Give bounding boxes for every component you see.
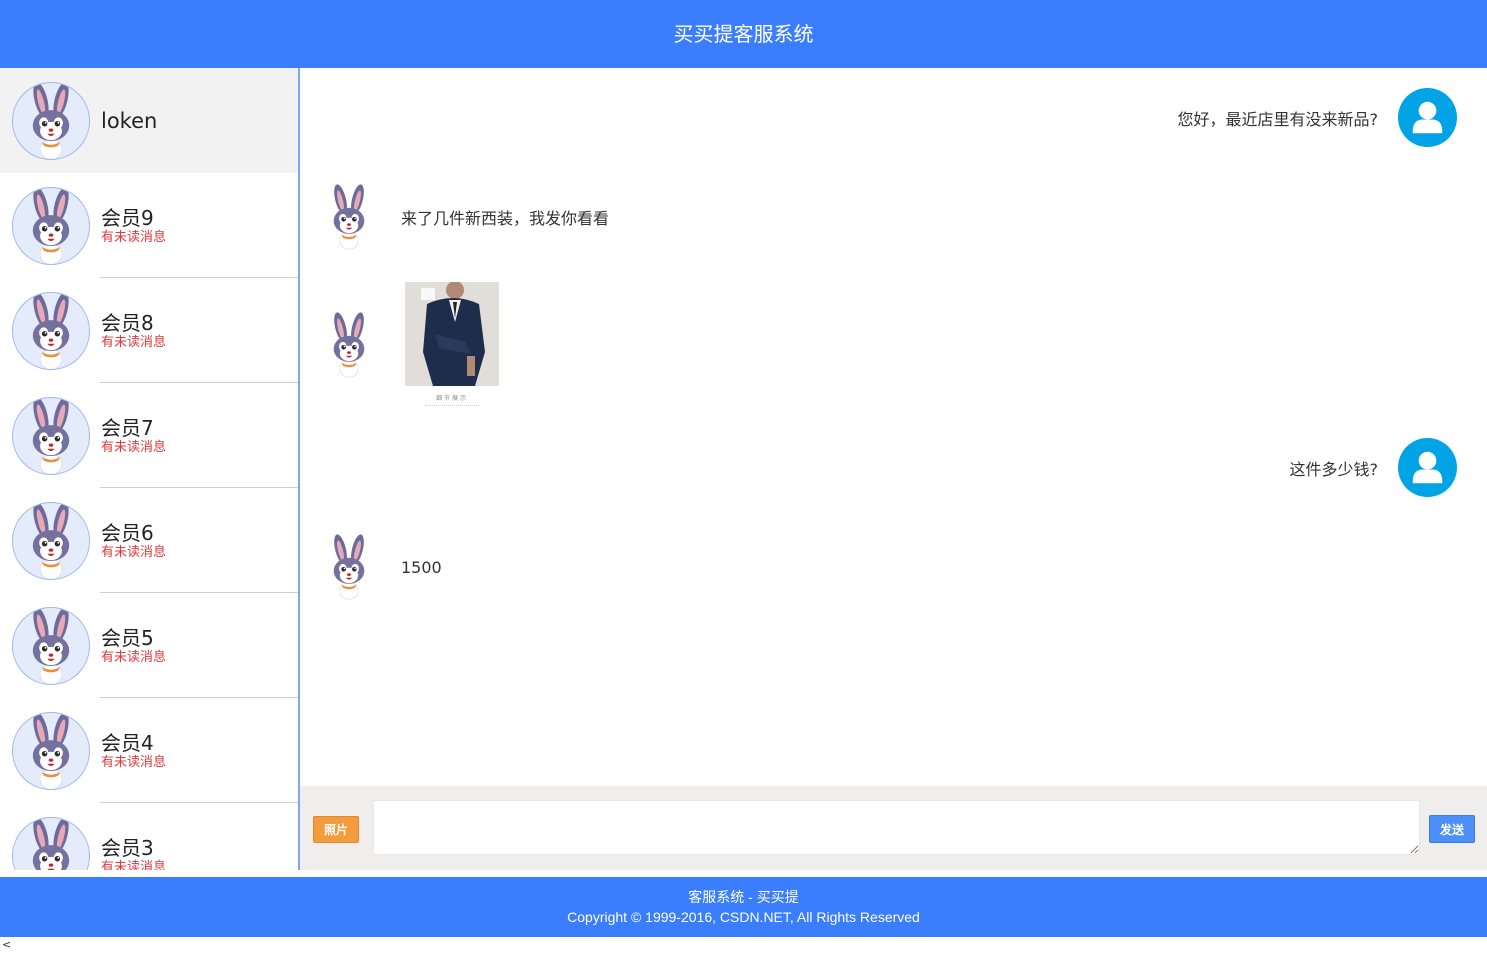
contact-item-member3[interactable]: 会员3 有未读消息	[0, 803, 298, 870]
message-text: 1500	[401, 557, 442, 577]
image-caption: 细节展示	[435, 395, 468, 402]
contact-name: 会员6	[101, 520, 154, 545]
bunny-avatar-icon	[326, 309, 372, 381]
chat-panel: 您好，最近店里有没来新品? 来了几件新西装，我发你看看 细节展示 这件多少钱? …	[300, 68, 1487, 786]
contact-name: 会员7	[101, 415, 154, 440]
contact-item-loken[interactable]: loken	[0, 68, 298, 173]
unread-status: 有未读消息	[101, 229, 167, 245]
message-input[interactable]	[373, 800, 1420, 855]
caption-underline	[425, 405, 479, 406]
bunny-avatar-icon	[12, 816, 90, 870]
page-footer: 客服系统 - 买买提 Copyright © 1999-2016, CSDN.N…	[0, 877, 1487, 937]
contact-item-member9[interactable]: 会员9 有未读消息	[0, 173, 298, 278]
bunny-avatar-icon	[12, 186, 90, 265]
stray-text: <	[2, 938, 12, 951]
unread-status: 有未读消息	[101, 754, 167, 770]
bunny-avatar-icon	[12, 291, 90, 370]
contact-name: 会员8	[101, 310, 154, 335]
contact-name: 会员3	[101, 835, 154, 860]
bunny-avatar-icon	[12, 711, 90, 790]
contact-item-member4[interactable]: 会员4 有未读消息	[0, 698, 298, 803]
footer-title: 客服系统 - 买买提	[688, 889, 799, 905]
message-outgoing: 您好，最近店里有没来新品?	[1177, 88, 1457, 147]
message-outgoing: 这件多少钱?	[1289, 438, 1457, 497]
contact-item-member7[interactable]: 会员7 有未读消息	[0, 383, 298, 488]
bunny-avatar-icon	[12, 81, 90, 160]
message-incoming: 来了几件新西装，我发你看看	[326, 181, 609, 253]
user-icon	[1398, 438, 1457, 497]
bunny-avatar-icon	[326, 531, 372, 603]
contact-sidebar: loken 会员9 有未读消息 会员8 有未读消息 会员7 有未读消息 会员6 …	[0, 68, 300, 870]
unread-status: 有未读消息	[101, 334, 167, 350]
bunny-avatar-icon	[12, 396, 90, 475]
message-text: 这件多少钱?	[1289, 459, 1379, 479]
photo-button[interactable]: 照片	[313, 816, 359, 843]
user-icon	[1398, 88, 1457, 147]
contact-item-member5[interactable]: 会员5 有未读消息	[0, 593, 298, 698]
contact-item-member8[interactable]: 会员8 有未读消息	[0, 278, 298, 383]
contact-name: 会员5	[101, 625, 154, 650]
footer-copyright: Copyright © 1999-2016, CSDN.NET, All Rig…	[567, 909, 920, 925]
unread-status: 有未读消息	[101, 439, 167, 455]
message-text: 来了几件新西装，我发你看看	[401, 209, 610, 228]
unread-status: 有未读消息	[101, 544, 167, 560]
contact-name: loken	[101, 108, 158, 133]
message-incoming-image: 细节展示	[326, 281, 499, 408]
product-image[interactable]: 细节展示	[405, 281, 499, 408]
bunny-avatar-icon	[326, 181, 372, 253]
app-header: 买买提客服系统	[0, 0, 1487, 68]
send-button[interactable]: 发送	[1429, 815, 1475, 843]
message-input-bar: 照片 发送	[300, 786, 1487, 870]
app-title: 买买提客服系统	[673, 22, 814, 46]
bunny-avatar-icon	[12, 501, 90, 580]
suit-photo	[405, 281, 499, 386]
message-text: 您好，最近店里有没来新品?	[1177, 109, 1379, 129]
unread-status: 有未读消息	[101, 649, 167, 665]
contact-name: 会员4	[101, 730, 154, 755]
contact-name: 会员9	[101, 205, 154, 230]
message-incoming: 1500	[326, 531, 442, 603]
contact-item-member6[interactable]: 会员6 有未读消息	[0, 488, 298, 593]
bunny-avatar-icon	[12, 606, 90, 685]
unread-status: 有未读消息	[101, 859, 167, 871]
